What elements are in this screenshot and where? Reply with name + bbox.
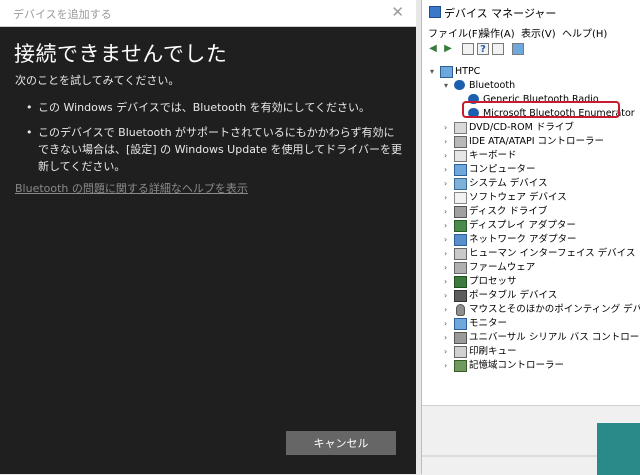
expand-icon[interactable]: › <box>444 345 453 358</box>
dm-titlebar: デバイス マネージャー <box>422 0 640 23</box>
device-manager-icon <box>429 6 441 18</box>
printer-icon <box>454 346 467 358</box>
hid-icon <box>454 248 467 260</box>
storage-controller-icon <box>454 360 467 372</box>
expand-icon[interactable]: › <box>444 303 453 316</box>
system-device-icon <box>454 178 467 190</box>
bluetooth-help-link[interactable]: Bluetooth の問題に関する詳細なヘルプを表示 <box>15 180 248 196</box>
suggestion-text: この Windows デバイスでは、Bluetooth を有効にしてください。 <box>38 101 371 114</box>
expand-icon[interactable]: › <box>444 205 453 218</box>
dialog-intro: 次のことを試してみてください。 <box>15 74 180 87</box>
back-arrow-icon[interactable]: ◀ <box>427 43 439 55</box>
dialog-heading: 接続できませんでした <box>14 42 228 66</box>
device-manager-window: デバイス マネージャー ファイル(F) 操作(A) 表示(V) ヘルプ(H) ◀… <box>421 0 640 475</box>
menu-file[interactable]: ファイル(F) <box>428 25 482 40</box>
suggestion-item: • この Windows デバイスでは、Bluetooth を有効にしてください… <box>26 99 402 116</box>
tree-node-label: システム デバイス <box>469 178 548 189</box>
portable-device-icon <box>454 290 467 302</box>
keyboard-icon <box>454 150 467 162</box>
bullet-icon: • <box>26 101 33 114</box>
tree-node-label: ディスプレイ アダプター <box>469 220 576 231</box>
software-device-icon <box>454 192 467 204</box>
expand-icon[interactable]: ▾ <box>444 79 453 92</box>
tree-node-label: ユニバーサル シリアル バス コントローラー <box>469 332 640 343</box>
expand-icon[interactable]: › <box>444 191 453 204</box>
dialog-window-title: デバイスを追加する <box>13 8 112 21</box>
expand-icon[interactable]: › <box>444 331 453 344</box>
tree-node-label: コンピューター <box>469 164 536 175</box>
monitor-icon[interactable] <box>512 43 524 55</box>
tree-node-label: モニター <box>469 318 508 329</box>
expand-icon[interactable]: › <box>444 163 453 176</box>
cancel-button[interactable]: キャンセル <box>286 431 396 455</box>
dvd-drive-icon <box>454 122 467 134</box>
expand-icon[interactable]: › <box>444 317 453 330</box>
close-icon[interactable]: ✕ <box>391 3 404 21</box>
computer-icon <box>440 66 453 78</box>
expand-icon[interactable]: › <box>444 121 453 134</box>
expand-icon[interactable]: › <box>444 289 453 302</box>
highlight-outline <box>462 101 620 118</box>
desktop-background <box>597 423 640 475</box>
toolbar: ◀ ▶ ? <box>422 41 640 59</box>
tree-node-label: ディスク ドライブ <box>469 206 548 217</box>
tree-node-label: ファームウェア <box>469 262 536 273</box>
display-adapter-icon <box>454 220 467 232</box>
tree-root-label: HTPC <box>455 66 481 77</box>
dm-empty-area <box>422 405 640 475</box>
tree-node-label: ポータブル デバイス <box>469 290 558 301</box>
dialog-titlebar: デバイスを追加する ✕ <box>0 0 416 27</box>
properties-icon[interactable] <box>462 43 474 55</box>
tree-node-label: キーボード <box>469 150 517 161</box>
expand-icon[interactable]: › <box>444 149 453 162</box>
usb-controller-icon <box>454 332 467 344</box>
expand-icon[interactable]: › <box>444 219 453 232</box>
menu-action[interactable]: 操作(A) <box>480 25 515 40</box>
disk-drive-icon <box>454 206 467 218</box>
tree-node-label: IDE ATA/ATAPI コントローラー <box>469 136 605 147</box>
expand-icon[interactable]: › <box>444 233 453 246</box>
expand-icon[interactable]: › <box>444 261 453 274</box>
suggestion-item: • このデバイスで Bluetooth がサポートされているにもかかわらず有効に… <box>26 124 402 175</box>
ide-controller-icon <box>454 136 467 148</box>
bullet-icon: • <box>26 126 33 139</box>
update-icon[interactable] <box>492 43 504 55</box>
tree-node-label: ネットワーク アダプター <box>469 234 577 245</box>
tree-node-label: 印刷キュー <box>469 346 517 357</box>
firmware-icon <box>454 262 467 274</box>
expand-icon[interactable]: › <box>444 275 453 288</box>
menu-view[interactable]: 表示(V) <box>521 25 556 40</box>
tree-node-label: マウスとそのほかのポインティング デバイス <box>469 304 640 315</box>
tree-node-label: 記憶域コントローラー <box>469 360 565 371</box>
expand-icon[interactable]: ▾ <box>430 65 439 78</box>
menu-bar: ファイル(F) 操作(A) 表示(V) ヘルプ(H) <box>422 23 640 40</box>
processor-icon <box>454 276 467 288</box>
tree-node-label: ヒューマン インターフェイス デバイス <box>469 248 636 259</box>
monitor-icon <box>454 318 467 330</box>
forward-arrow-icon[interactable]: ▶ <box>442 43 454 55</box>
add-device-dialog: デバイスを追加する ✕ 接続できませんでした 次のことを試してみてください。 •… <box>0 0 416 474</box>
suggestion-list: • この Windows デバイスでは、Bluetooth を有効にしてください… <box>26 99 402 183</box>
expand-icon[interactable]: › <box>444 135 453 148</box>
menu-help[interactable]: ヘルプ(H) <box>562 25 607 40</box>
dm-window-title: デバイス マネージャー <box>444 7 557 20</box>
computer-icon <box>454 164 467 176</box>
tree-node-label: プロセッサ <box>469 276 517 287</box>
help-icon[interactable]: ? <box>477 43 489 55</box>
expand-icon[interactable]: › <box>444 359 453 372</box>
tree-node-label: ソフトウェア デバイス <box>469 192 567 203</box>
mouse-icon <box>456 304 465 316</box>
tree-node-label: Bluetooth <box>469 80 516 91</box>
expand-icon[interactable]: › <box>444 247 453 260</box>
expand-icon[interactable]: › <box>444 177 453 190</box>
bluetooth-icon <box>454 80 465 90</box>
suggestion-text: このデバイスで Bluetooth がサポートされているにもかかわらず有効にでき… <box>38 126 402 173</box>
tree-node-label: DVD/CD-ROM ドライブ <box>469 122 574 133</box>
network-adapter-icon <box>454 234 467 246</box>
